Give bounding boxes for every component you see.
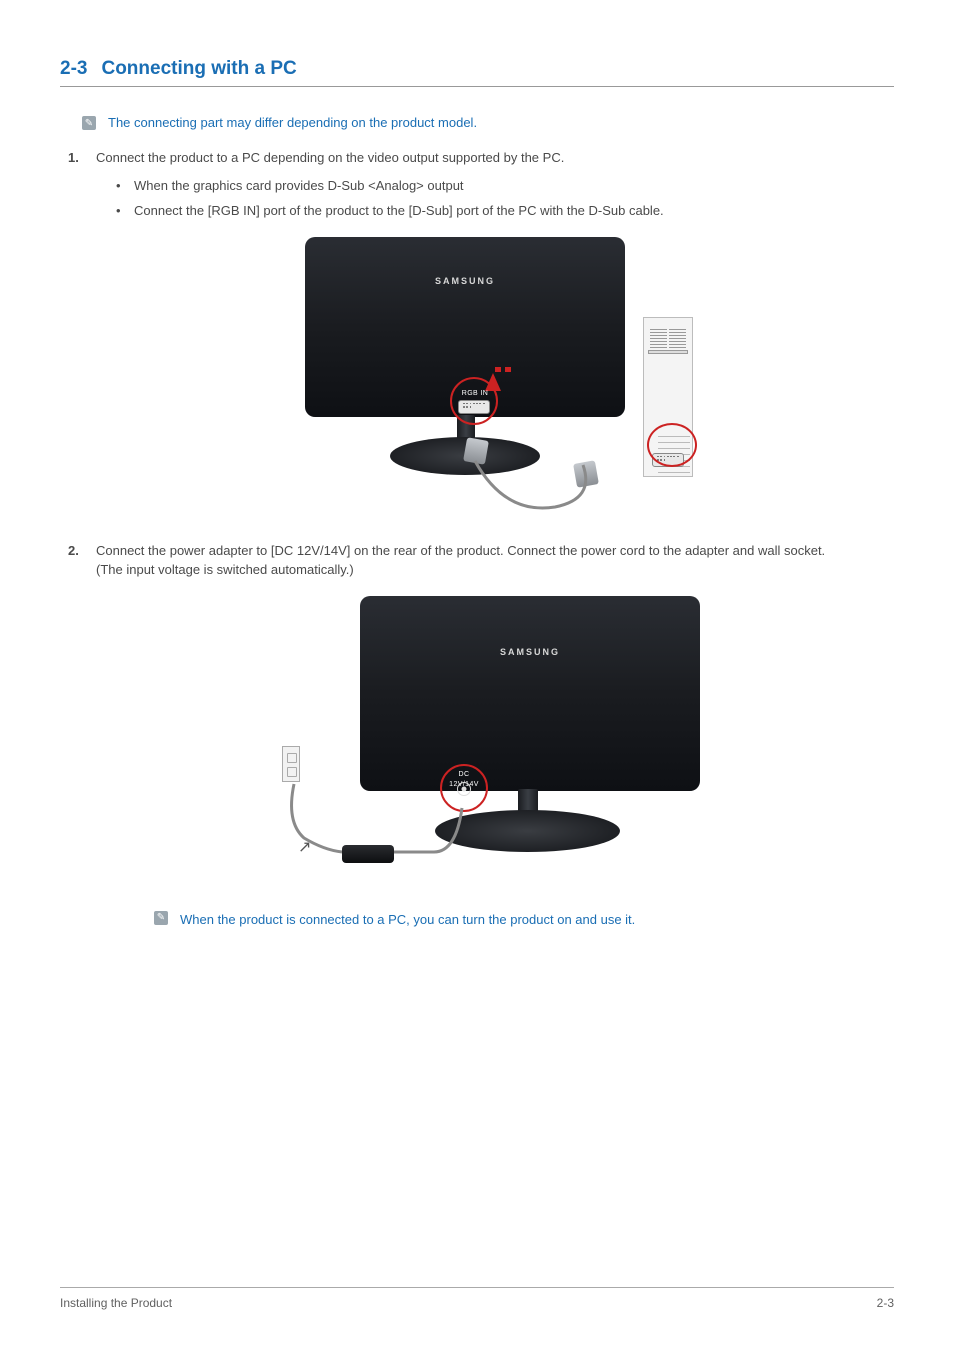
indicator-icon xyxy=(505,367,511,372)
footer-left: Installing the Product xyxy=(60,1296,172,1310)
monitor-brand-label: SAMSUNG xyxy=(500,646,560,660)
figure-power-connection: SAMSUNG DC 12V/14V ↗ xyxy=(96,596,894,886)
note-icon: ✎ xyxy=(82,116,96,130)
step-2-text2: (The input voltage is switched automatic… xyxy=(96,562,354,577)
rgb-in-label: RGB IN xyxy=(455,389,495,400)
bullet-2: Connect the [RGB IN] port of the product… xyxy=(112,201,894,221)
monitor-illustration: SAMSUNG xyxy=(360,596,700,791)
highlight-circle-pc xyxy=(647,423,697,467)
cable-path xyxy=(465,455,645,515)
section-heading: 2-3 Connecting with a PC xyxy=(60,58,894,87)
footer-right: 2-3 xyxy=(877,1296,894,1310)
steps-list: Connect the product to a PC depending on… xyxy=(68,148,894,929)
figure-rgb-connection: SAMSUNG RGB IN xyxy=(96,237,894,517)
dsub-port-monitor xyxy=(458,400,490,414)
dc-cable-path xyxy=(390,796,480,858)
page-footer: Installing the Product 2-3 xyxy=(60,1287,894,1310)
wall-outlet-icon xyxy=(282,746,300,782)
dc-port-icon xyxy=(457,782,471,796)
step-2-text: Connect the power adapter to [DC 12V/14V… xyxy=(96,543,825,558)
step-1: Connect the product to a PC depending on… xyxy=(68,148,894,517)
monitor-brand-label: SAMSUNG xyxy=(435,275,495,289)
step-1-bullets: When the graphics card provides D-Sub <A… xyxy=(112,176,894,221)
section-number: 2-3 xyxy=(60,58,87,79)
note-text: When the product is connected to a PC, y… xyxy=(180,910,635,930)
note-bottom: ✎ When the product is connected to a PC,… xyxy=(154,910,894,930)
section-title: Connecting with a PC xyxy=(101,58,296,79)
note-top: ✎ The connecting part may differ dependi… xyxy=(82,115,894,130)
indicator-icon xyxy=(495,367,501,372)
bullet-1: When the graphics card provides D-Sub <A… xyxy=(112,176,894,196)
arrow-icon: ↗ xyxy=(298,836,311,860)
step-1-text: Connect the product to a PC depending on… xyxy=(96,150,564,165)
note-icon: ✎ xyxy=(154,911,168,925)
step-2: Connect the power adapter to [DC 12V/14V… xyxy=(68,541,894,930)
power-adapter-icon xyxy=(342,845,394,863)
note-text: The connecting part may differ depending… xyxy=(108,115,477,130)
